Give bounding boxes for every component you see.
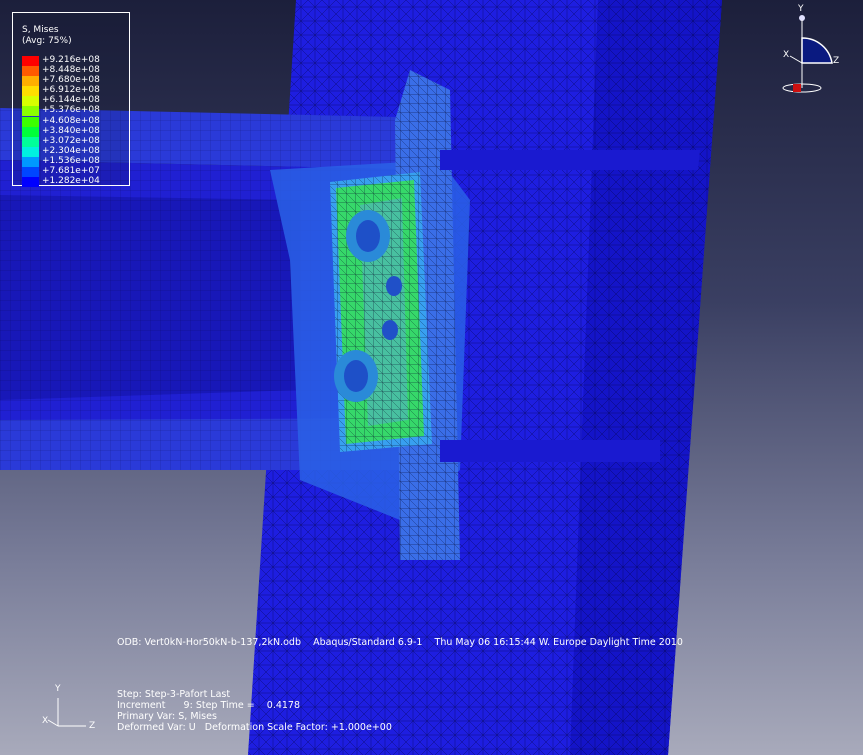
legend-swatch bbox=[22, 106, 39, 117]
view-triad-x-label: X bbox=[783, 50, 790, 60]
legend-subtitle: (Avg: 75%) bbox=[22, 36, 72, 46]
model-triad-z-label: Z bbox=[89, 721, 96, 731]
column-flange-lower bbox=[440, 440, 660, 462]
legend-swatch bbox=[22, 76, 39, 87]
legend-value: +9.216e+08 bbox=[42, 55, 100, 65]
primary-var-info: Primary Var: S, Mises bbox=[117, 711, 217, 722]
legend-swatch bbox=[22, 146, 39, 157]
legend-swatch bbox=[22, 116, 39, 127]
legend-value: +7.681e+07 bbox=[42, 166, 100, 177]
legend-swatch bbox=[22, 86, 39, 97]
legend-value: +3.840e+08 bbox=[42, 125, 100, 136]
legend-value: +1.282e+04 bbox=[42, 176, 100, 187]
legend-value: +8.448e+08 bbox=[42, 65, 100, 76]
legend-value: +2.304e+08 bbox=[42, 145, 100, 156]
legend-value: +1.536e+08 bbox=[42, 155, 100, 166]
legend-value: +3.072e+08 bbox=[42, 135, 100, 146]
increment-info: Increment 9: Step Time = 0.4178 bbox=[117, 700, 301, 711]
model-triad-y-label: Y bbox=[55, 684, 61, 694]
legend-swatch bbox=[22, 156, 39, 167]
bolt-hole-2 bbox=[382, 320, 398, 340]
legend-title: S, Mises bbox=[22, 25, 59, 35]
odb-info: ODB: Vert0kN-Hor50kN-b-137,2kN.odb Abaqu… bbox=[117, 637, 683, 648]
legend-value: +7.680e+08 bbox=[42, 75, 100, 86]
model-viewport[interactable]: S, Mises (Avg: 75%) +9.216e+08 +8.448e+08… bbox=[0, 0, 863, 755]
legend-swatch bbox=[22, 66, 39, 77]
legend-value: +4.608e+08 bbox=[42, 115, 100, 126]
view-triad-z-label: Z bbox=[833, 56, 840, 66]
legend-swatch bbox=[22, 56, 39, 66]
view-triad-y-label: Y bbox=[798, 4, 804, 14]
deformed-var-info: Deformed Var: U Deformation Scale Factor… bbox=[117, 722, 392, 733]
column-flange-upper bbox=[440, 150, 700, 170]
model-triad-x-label: X bbox=[42, 716, 49, 726]
step-info: Step: Step-3-Pafort Last bbox=[117, 689, 231, 700]
legend-value: +6.912e+08 bbox=[42, 85, 100, 96]
legend-swatch bbox=[22, 126, 39, 137]
legend-swatch bbox=[22, 136, 39, 147]
legend-value: +5.376e+08 bbox=[42, 105, 100, 116]
model-axis-triad bbox=[47, 698, 86, 727]
contour-legend: S, Mises (Avg: 75%) +9.216e+08 +8.448e+08… bbox=[12, 12, 130, 188]
legend-swatch bbox=[22, 177, 39, 188]
legend-swatch bbox=[22, 96, 39, 107]
bolt-hole-1 bbox=[386, 276, 402, 296]
legend-swatch bbox=[22, 167, 39, 178]
legend-value: +6.144e+08 bbox=[42, 95, 100, 106]
